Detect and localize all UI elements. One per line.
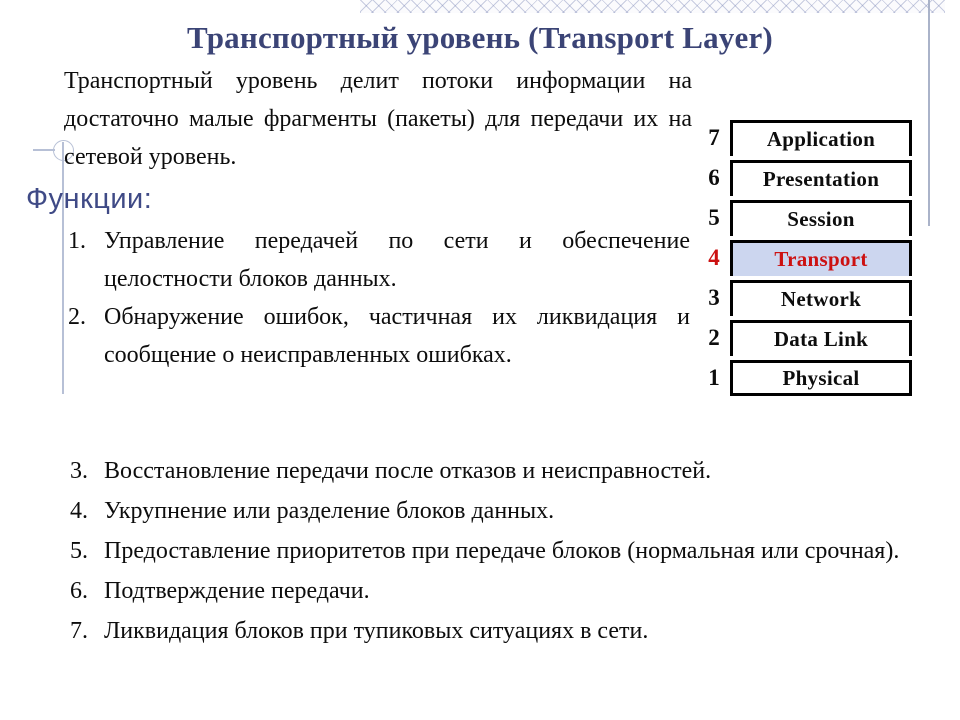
osi-layer-row: 5 Session [698,198,912,238]
osi-layer-number: 4 [708,245,720,270]
osi-layer-box: Transport [730,240,912,276]
list-item: 1. Управление передачей по сети и обеспе… [60,222,690,298]
osi-layer-box: Application [730,120,912,156]
osi-layer-box: Network [730,280,912,316]
list-item-label: Восстановление передачи после отказов и … [104,458,712,484]
slide-canvas: Транспортный уровень (Transport Layer) Т… [0,0,960,720]
list-item-label: Обнаружение ошибок, частичная их ликвида… [104,304,690,368]
osi-layer-number: 3 [708,285,720,310]
intro-paragraph: Транспортный уровень делит потоки информ… [64,68,692,170]
functions-heading: Функции: [26,183,153,215]
list-item: 5. Предоставление приоритетов при переда… [60,532,950,570]
list-item-number: 2. [68,304,86,330]
osi-layer-number: 7 [708,125,720,150]
decorative-lattice-band [360,0,945,13]
list-item: 2. Обнаружение ошибок, частичная их ликв… [60,298,690,374]
osi-layer-box: Data Link [730,320,912,356]
decorative-horizontal-tick [33,149,55,151]
osi-layer-number: 1 [708,365,720,390]
page-title: Транспортный уровень (Transport Layer) [187,20,773,55]
list-item-number: 6. [70,578,88,604]
list-item: 6. Подтверждение передачи. [60,572,950,610]
osi-layer-label: Physical [782,365,860,390]
list-item: 7. Ликвидация блоков при тупиковых ситуа… [60,612,950,650]
osi-layer-box: Session [730,200,912,236]
list-item-label: Подтверждение передачи. [104,578,370,604]
osi-layer-box: Presentation [730,160,912,196]
osi-layer-label: Data Link [773,327,869,351]
list-item: 3. Восстановление передачи после отказов… [60,452,950,490]
osi-layer-row-transport: 4 Transport [698,238,912,278]
osi-layer-box: Physical [730,360,912,396]
osi-layer-row: 6 Presentation [698,158,912,198]
osi-layer-label: Session [787,207,855,231]
osi-layer-number: 5 [708,205,720,230]
osi-layer-row: 2 Data Link [698,318,912,358]
osi-layer-number: 2 [708,325,720,350]
functions-list-wide: 3. Восстановление передачи после отказов… [60,452,950,652]
osi-layer-label: Network [780,287,862,311]
list-item-label: Ликвидация блоков при тупиковых ситуация… [104,618,649,644]
list-item-label: Управление передачей по сети и обеспечен… [104,228,690,292]
list-item-number: 7. [70,618,88,644]
osi-model-stack: 7 Application 6 Presentation 5 Session 4… [698,118,912,398]
osi-layer-label: Presentation [762,167,880,191]
list-item-label: Предоставление приоритетов при передаче … [104,538,900,564]
functions-list-narrow: 1. Управление передачей по сети и обеспе… [60,222,690,374]
list-item-number: 4. [70,498,88,524]
list-item-number: 5. [70,538,88,564]
list-item-number: 1. [68,228,86,254]
osi-layer-row: 7 Application [698,118,912,158]
list-item-label: Укрупнение или разделение блоков данных. [104,498,555,524]
osi-layer-row: 1 Physical [698,358,912,398]
osi-layer-number: 6 [708,165,720,190]
osi-layer-label: Transport [774,247,868,271]
osi-layer-row: 3 Network [698,278,912,318]
list-item-number: 3. [70,458,88,484]
list-item: 4. Укрупнение или разделение блоков данн… [60,492,950,530]
osi-layer-label: Application [766,127,876,151]
